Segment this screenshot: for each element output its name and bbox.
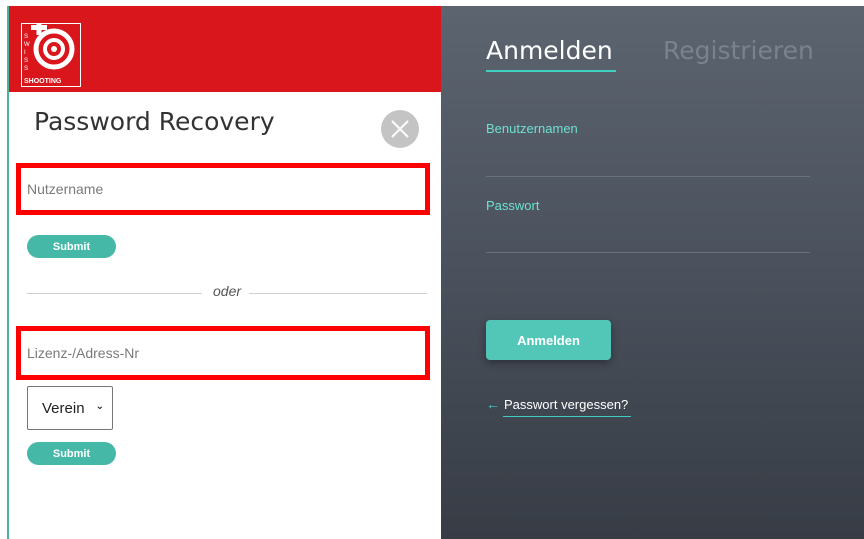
login-panel: Anmelden Registrieren Benutzernamen Pass… [440, 6, 864, 539]
header-bar: S W I S S SHOOTING [9, 6, 441, 92]
separator-text: oder [213, 283, 242, 299]
license-input[interactable]: Lizenz-/Adress-Nr [16, 326, 430, 380]
tab-login[interactable]: Anmelden [486, 36, 613, 65]
svg-text:SHOOTING: SHOOTING [24, 78, 62, 85]
chevron-down-icon: ⌄ [95, 401, 104, 412]
username-field[interactable] [486, 176, 810, 177]
arrow-left-icon: ← [486, 396, 500, 412]
password-recovery-modal: S W I S S SHOOTING Password Recovery Nut… [7, 6, 441, 539]
svg-text:I: I [24, 50, 26, 56]
forgot-password-label: Passwort vergessen? [504, 396, 629, 412]
svg-text:S: S [24, 58, 28, 64]
username-input[interactable]: Nutzername [16, 163, 430, 215]
club-select-value: Verein [42, 399, 85, 417]
divider-left [27, 293, 202, 294]
close-icon [391, 120, 409, 138]
password-field[interactable] [486, 252, 810, 253]
forgot-password-link[interactable]: ← Passwort vergessen? [486, 396, 628, 412]
tab-login-underline [486, 70, 616, 72]
tab-register[interactable]: Registrieren [663, 36, 814, 65]
svg-text:W: W [24, 42, 30, 48]
modal-title: Password Recovery [34, 107, 275, 136]
login-button[interactable]: Anmelden [486, 320, 611, 360]
submit-username-button[interactable]: Submit [27, 235, 116, 258]
password-label: Passwort [486, 198, 540, 213]
divider-right [249, 293, 427, 294]
username-label: Benutzernamen [486, 121, 578, 136]
submit-license-button[interactable]: Submit [27, 442, 116, 465]
svg-text:S: S [24, 34, 28, 40]
club-select[interactable]: Verein ⌄ [27, 386, 113, 430]
swiss-shooting-logo: S W I S S SHOOTING [21, 23, 81, 87]
svg-text:S: S [24, 66, 28, 72]
close-button[interactable] [381, 110, 419, 148]
forgot-link-underline [503, 416, 631, 417]
